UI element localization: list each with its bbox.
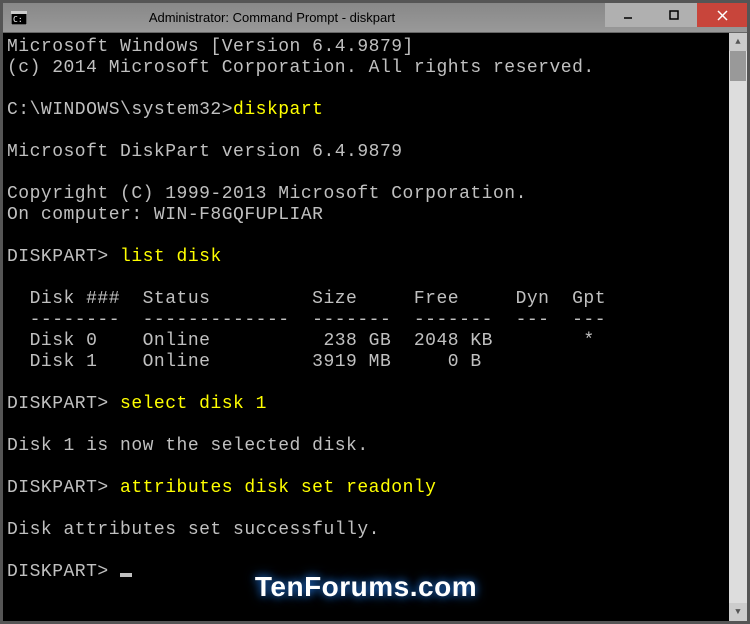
table-header: Disk ### Status Size Free Dyn Gpt	[7, 289, 606, 309]
os-version-line: Microsoft Windows [Version 6.4.9879]	[7, 37, 414, 57]
terminal[interactable]: Microsoft Windows [Version 6.4.9879] (c)…	[3, 33, 729, 621]
command-diskpart: diskpart	[233, 100, 323, 120]
titlebar: C: Administrator: Command Prompt - diskp…	[3, 3, 747, 33]
command-select-disk: select disk 1	[120, 394, 267, 414]
diskpart-prompt: DISKPART>	[7, 478, 120, 498]
scrollbar-thumb[interactable]	[730, 51, 746, 81]
diskpart-copyright: Copyright (C) 1999-2013 Microsoft Corpor…	[7, 184, 527, 204]
copyright-line: (c) 2014 Microsoft Corporation. All righ…	[7, 58, 595, 78]
terminal-wrapper: Microsoft Windows [Version 6.4.9879] (c)…	[3, 33, 747, 621]
attributes-result: Disk attributes set successfully.	[7, 520, 380, 540]
table-row: Disk 0 Online 238 GB 2048 KB *	[7, 331, 595, 351]
prompt-path: C:\WINDOWS\system32>	[7, 100, 233, 120]
diskpart-version: Microsoft DiskPart version 6.4.9879	[7, 142, 403, 162]
table-divider: -------- ------------- ------- ------- -…	[7, 310, 606, 330]
diskpart-prompt: DISKPART>	[7, 394, 120, 414]
maximize-button[interactable]	[651, 3, 697, 27]
table-row: Disk 1 Online 3919 MB 0 B	[7, 352, 482, 372]
scrollbar-down-icon[interactable]: ▼	[729, 603, 747, 621]
scrollbar-up-icon[interactable]: ▲	[729, 33, 747, 51]
window-title: Administrator: Command Prompt - diskpart	[0, 10, 605, 25]
diskpart-prompt: DISKPART>	[7, 247, 120, 267]
minimize-button[interactable]	[605, 3, 651, 27]
cursor	[120, 573, 132, 577]
diskpart-prompt: DISKPART>	[7, 562, 120, 582]
command-attributes: attributes disk set readonly	[120, 478, 436, 498]
command-list-disk: list disk	[120, 247, 222, 267]
window-controls	[605, 3, 747, 32]
select-result: Disk 1 is now the selected disk.	[7, 436, 369, 456]
scrollbar[interactable]: ▲ ▼	[729, 33, 747, 621]
computer-name-line: On computer: WIN-F8GQFUPLIAR	[7, 205, 323, 225]
close-button[interactable]	[697, 3, 747, 27]
